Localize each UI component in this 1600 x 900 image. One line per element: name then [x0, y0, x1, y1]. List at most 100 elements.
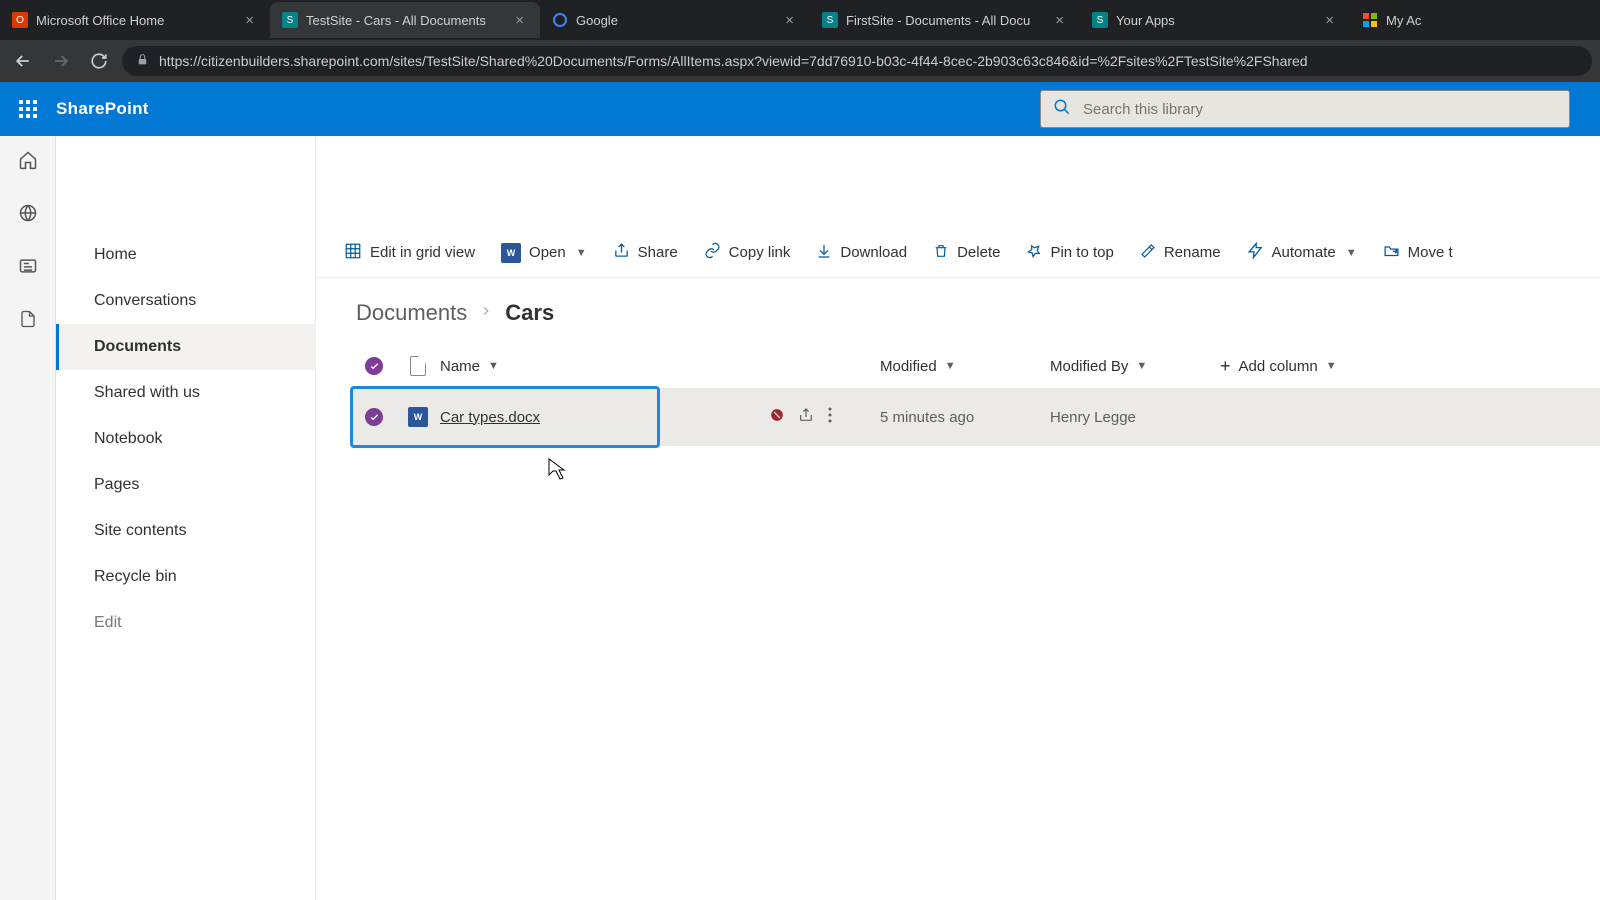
url-field[interactable]: https://citizenbuilders.sharepoint.com/s…: [122, 46, 1592, 76]
cmd-label: Automate: [1272, 244, 1336, 261]
main-area: Edit in grid view W Open ▼ Share Copy li…: [316, 136, 1600, 900]
modified-value: 5 minutes ago: [880, 409, 974, 426]
share-icon[interactable]: [798, 407, 814, 428]
cmd-label: Copy link: [729, 244, 791, 261]
breadcrumb-root[interactable]: Documents: [356, 300, 467, 326]
sharepoint-icon: S: [822, 12, 838, 28]
select-all[interactable]: [352, 357, 396, 375]
pin-button[interactable]: Pin to top: [1016, 237, 1123, 269]
chevron-down-icon: ▼: [1346, 247, 1357, 259]
column-modified[interactable]: Modified ▼: [880, 358, 1050, 375]
column-type[interactable]: [396, 356, 440, 376]
file-name-link[interactable]: Car types.docx: [440, 409, 540, 426]
cmd-label: Pin to top: [1050, 244, 1113, 261]
header-label: Add column: [1239, 358, 1318, 375]
close-icon[interactable]: ×: [241, 10, 258, 31]
delete-button[interactable]: Delete: [923, 237, 1010, 269]
modified-by-value[interactable]: Henry Legge: [1050, 409, 1136, 426]
tab-label: TestSite - Cars - All Documents: [306, 13, 486, 28]
tab-label: FirstSite - Documents - All Docu: [846, 13, 1030, 28]
suite-brand[interactable]: SharePoint: [56, 99, 149, 119]
chevron-down-icon: ▼: [1326, 360, 1337, 372]
share-button[interactable]: Share: [603, 236, 688, 269]
nav-edit[interactable]: Edit: [56, 600, 315, 646]
browser-tab[interactable]: Google ×: [540, 2, 810, 38]
nav-site-contents[interactable]: Site contents: [56, 508, 315, 554]
nav-conversations[interactable]: Conversations: [56, 278, 315, 324]
google-icon: [552, 12, 568, 28]
nav-documents[interactable]: Documents: [56, 324, 315, 370]
back-button[interactable]: [8, 46, 38, 76]
browser-tab[interactable]: S TestSite - Cars - All Documents ×: [270, 2, 540, 38]
browser-tab[interactable]: O Microsoft Office Home ×: [0, 2, 270, 38]
nav-shared[interactable]: Shared with us: [56, 370, 315, 416]
news-icon[interactable]: [18, 256, 38, 281]
breadcrumb-current: Cars: [505, 300, 554, 326]
reload-button[interactable]: [84, 46, 114, 76]
browser-address-bar: https://citizenbuilders.sharepoint.com/s…: [0, 40, 1600, 82]
rename-button[interactable]: Rename: [1130, 237, 1231, 269]
globe-icon[interactable]: [18, 203, 38, 228]
nav-notebook[interactable]: Notebook: [56, 416, 315, 462]
share-icon: [613, 242, 630, 263]
nav-pages[interactable]: Pages: [56, 462, 315, 508]
close-icon[interactable]: ×: [1051, 10, 1068, 31]
check-icon[interactable]: [365, 408, 383, 426]
open-button[interactable]: W Open ▼: [491, 237, 597, 269]
header-label: Modified: [880, 358, 937, 375]
table-row[interactable]: W Car types.docx 5 minutes ago Henry Leg…: [352, 388, 1600, 446]
blocked-icon: [770, 408, 784, 427]
tab-label: Your Apps: [1116, 13, 1175, 28]
file-icon: [410, 356, 426, 376]
app-rail: [0, 136, 56, 900]
close-icon[interactable]: ×: [511, 10, 528, 31]
header-label: Name: [440, 358, 480, 375]
check-icon: [365, 357, 383, 375]
url-text: https://citizenbuilders.sharepoint.com/s…: [159, 53, 1308, 69]
home-icon[interactable]: [18, 150, 38, 175]
tab-label: My Ac: [1386, 13, 1421, 28]
edit-grid-button[interactable]: Edit in grid view: [334, 236, 485, 270]
download-button[interactable]: Download: [806, 237, 917, 269]
link-icon: [704, 242, 721, 263]
lock-icon: [136, 53, 149, 69]
breadcrumb: Documents Cars: [316, 278, 1600, 344]
copy-link-button[interactable]: Copy link: [694, 236, 801, 269]
files-icon[interactable]: [19, 309, 37, 334]
search-box[interactable]: [1040, 90, 1570, 128]
tab-label: Google: [576, 13, 618, 28]
pin-icon: [1026, 243, 1042, 263]
column-modified-by[interactable]: Modified By ▼: [1050, 358, 1220, 375]
header-label: Modified By: [1050, 358, 1128, 375]
browser-tabstrip: O Microsoft Office Home × S TestSite - C…: [0, 0, 1600, 40]
browser-tab[interactable]: S FirstSite - Documents - All Docu ×: [810, 2, 1080, 38]
tab-label: Microsoft Office Home: [36, 13, 164, 28]
document-list: Name ▼ Modified ▼ Modified By ▼ + Add co…: [316, 344, 1600, 446]
more-icon[interactable]: [828, 407, 832, 428]
app-launcher-icon[interactable]: [0, 82, 56, 136]
close-icon[interactable]: ×: [781, 10, 798, 31]
move-button[interactable]: Move t: [1373, 236, 1463, 269]
automate-button[interactable]: Automate ▼: [1237, 236, 1367, 269]
left-nav: Home Conversations Documents Shared with…: [56, 136, 316, 900]
cmd-label: Edit in grid view: [370, 244, 475, 261]
download-icon: [816, 243, 832, 263]
browser-tab[interactable]: My Ac: [1350, 2, 1433, 38]
office-icon: O: [12, 12, 28, 28]
chevron-down-icon: ▼: [1136, 360, 1147, 372]
cmd-label: Download: [840, 244, 907, 261]
close-icon[interactable]: ×: [1321, 10, 1338, 31]
cmd-label: Rename: [1164, 244, 1221, 261]
sharepoint-icon: S: [1092, 12, 1108, 28]
add-column-button[interactable]: + Add column ▼: [1220, 356, 1337, 377]
forward-button[interactable]: [46, 46, 76, 76]
chevron-down-icon: ▼: [576, 247, 587, 259]
search-input[interactable]: [1083, 101, 1557, 118]
browser-tab[interactable]: S Your Apps ×: [1080, 2, 1350, 38]
nav-home[interactable]: Home: [56, 232, 315, 278]
move-icon: [1383, 242, 1400, 263]
table-header-row: Name ▼ Modified ▼ Modified By ▼ + Add co…: [352, 344, 1600, 388]
chevron-down-icon: ▼: [488, 360, 499, 372]
nav-recycle-bin[interactable]: Recycle bin: [56, 554, 315, 600]
column-name[interactable]: Name ▼: [440, 358, 770, 375]
